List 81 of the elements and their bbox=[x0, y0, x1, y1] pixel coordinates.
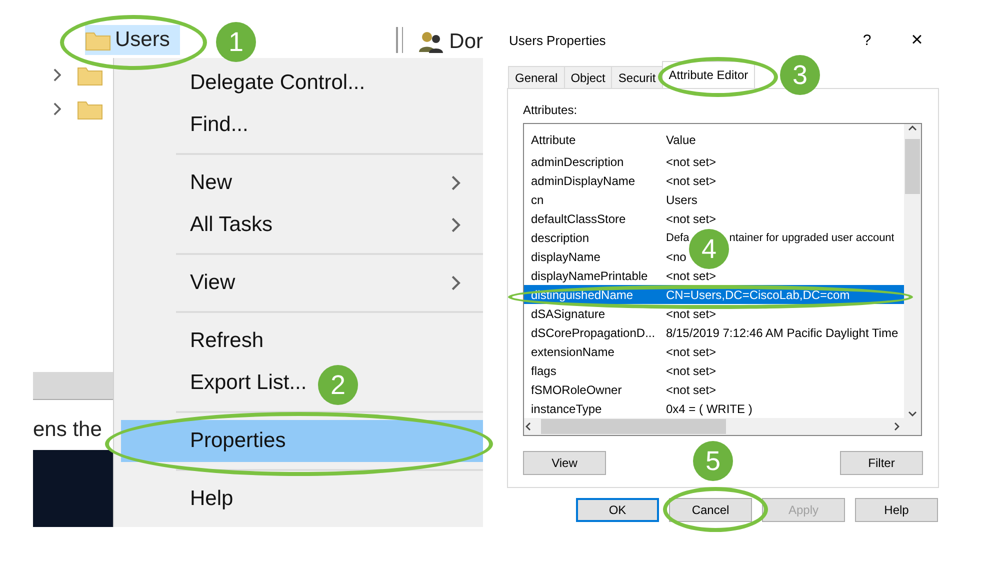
attribute-row[interactable]: extensionName <not set> bbox=[524, 342, 716, 361]
attribute-value: <not set> bbox=[666, 382, 716, 396]
tab[interactable]: Attribute Editor bbox=[662, 61, 756, 88]
attribute-name: description bbox=[531, 230, 590, 244]
scroll-up-icon[interactable] bbox=[908, 124, 917, 133]
menu-item[interactable]: New bbox=[121, 162, 483, 204]
attribute-name: distinguishedName bbox=[531, 288, 634, 302]
attribute-value: <not set> bbox=[666, 174, 716, 188]
chevron-icon bbox=[53, 102, 62, 116]
column-header[interactable]: Dor bbox=[417, 29, 483, 55]
attribute-row[interactable]: adminDescription <not set> bbox=[524, 152, 716, 171]
attribute-name: defaultClassStore bbox=[531, 212, 627, 226]
attribute-row[interactable]: dSCorePropagationD... 8/15/2019 7:12:46 AM Pacific Daylight Time bbox=[524, 323, 898, 342]
help-button[interactable]: ? bbox=[842, 32, 892, 48]
menu-item[interactable]: Find... bbox=[190, 104, 248, 146]
menu-item[interactable]: All Tasks bbox=[121, 204, 483, 246]
attribute-name: dSASignature bbox=[531, 306, 606, 320]
attribute-value: Users bbox=[666, 192, 698, 206]
attribute-name: displayName bbox=[531, 250, 602, 264]
attribute-value: <not set> bbox=[666, 154, 716, 168]
menu-item[interactable]: View bbox=[121, 262, 483, 304]
attribute-row[interactable]: adminDisplayName <not set> bbox=[524, 171, 716, 190]
attribute-name: flags bbox=[531, 364, 558, 378]
attribute-value: 8/15/2019 7:12:46 AM Pacific Daylight Time bbox=[666, 326, 898, 340]
close-button[interactable]: × bbox=[892, 28, 942, 52]
scrollbar-thumb[interactable] bbox=[905, 139, 920, 194]
column-header[interactable]: Attribute bbox=[531, 132, 666, 146]
horizontal-scrollbar[interactable] bbox=[524, 418, 921, 435]
attribute-value: <not set> bbox=[666, 268, 716, 282]
attribute-value: <not set> bbox=[666, 306, 716, 320]
attribute-value: Defa bbox=[666, 232, 690, 244]
scroll-left-icon[interactable] bbox=[524, 422, 533, 431]
attribute-value: <no bbox=[666, 250, 686, 264]
attribute-value: ntainer for upgraded user account bbox=[729, 232, 894, 244]
attribute-row[interactable]: displayNamePrintable <not set> bbox=[524, 266, 716, 285]
column-header[interactable]: Value bbox=[666, 132, 696, 146]
attribute-name: adminDescription bbox=[531, 154, 625, 168]
dialog-button[interactable]: Help bbox=[855, 498, 938, 522]
dialog-button[interactable]: Cancel bbox=[669, 498, 752, 522]
scrollbar[interactable] bbox=[33, 372, 113, 400]
attributes-label: Attributes: bbox=[523, 103, 578, 117]
menu-item[interactable]: Delegate Control... bbox=[190, 62, 366, 104]
tab[interactable]: Object bbox=[564, 66, 612, 88]
chevron-icon bbox=[53, 68, 62, 82]
scrollbar-thumb[interactable] bbox=[541, 419, 726, 434]
attribute-name: cn bbox=[531, 192, 545, 206]
attribute-name: adminDisplayName bbox=[531, 174, 636, 188]
attribute-row[interactable]: cn Users bbox=[524, 190, 698, 209]
menu-item[interactable]: Export List... bbox=[190, 362, 307, 404]
tree-item[interactable]: Users bbox=[85, 25, 180, 55]
description-text: ens the bbox=[33, 417, 103, 443]
menu-item[interactable]: Properties bbox=[121, 420, 483, 462]
attribute-name: dSCorePropagationD... bbox=[531, 326, 656, 340]
tab[interactable]: General bbox=[508, 66, 565, 88]
filter-button[interactable]: Filter bbox=[840, 451, 923, 475]
attribute-name: displayNamePrintable bbox=[531, 268, 649, 282]
attribute-value: <not set> bbox=[666, 364, 716, 378]
vertical-scrollbar[interactable] bbox=[904, 124, 921, 418]
tab[interactable]: Securit bbox=[611, 66, 663, 88]
scroll-down-icon[interactable] bbox=[908, 409, 917, 418]
users-icon bbox=[417, 30, 446, 54]
attribute-value: CN=Users,DC=CiscoLab,DC=com bbox=[666, 288, 851, 302]
attribute-row[interactable]: flags <not set> bbox=[524, 361, 716, 380]
scroll-right-icon[interactable] bbox=[892, 422, 901, 431]
attribute-row[interactable]: displayName <no bbox=[524, 247, 686, 266]
menu-item[interactable]: Refresh bbox=[190, 320, 264, 362]
attribute-name: fSMORoleOwner bbox=[531, 382, 623, 396]
attribute-name: extensionName bbox=[531, 344, 616, 358]
window-title: Users Properties bbox=[509, 32, 607, 48]
pane-splitter[interactable] bbox=[396, 27, 404, 53]
attribute-row[interactable]: dSASignature <not set> bbox=[524, 304, 716, 323]
attribute-row[interactable]: instanceType 0x4 = ( WRITE ) bbox=[524, 399, 752, 418]
attribute-value: 0x4 = ( WRITE ) bbox=[666, 402, 752, 416]
attribute-value: <not set> bbox=[666, 212, 716, 226]
menu-item[interactable]: Help bbox=[190, 478, 234, 520]
attribute-row[interactable]: defaultClassStore <not set> bbox=[524, 209, 716, 228]
attribute-value: <not set> bbox=[666, 344, 716, 358]
dialog-button[interactable]: OK bbox=[576, 498, 659, 522]
attribute-name: instanceType bbox=[531, 402, 603, 416]
view-button[interactable]: View bbox=[523, 451, 606, 475]
attribute-row[interactable]: fSMORoleOwner <not set> bbox=[524, 380, 716, 399]
